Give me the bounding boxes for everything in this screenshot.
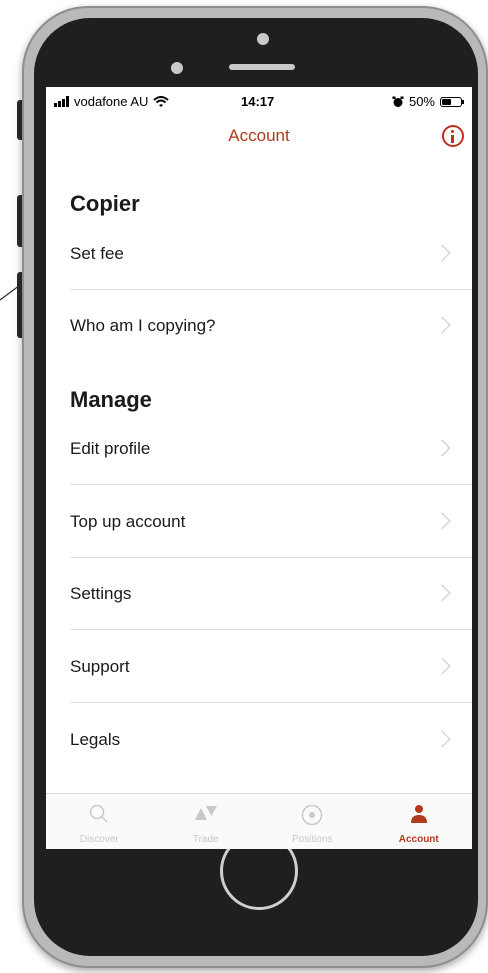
section-title-copier: Copier xyxy=(70,191,140,216)
status-right: 50% xyxy=(392,94,464,109)
tab-label: Trade xyxy=(192,834,219,845)
page-title: Account xyxy=(228,126,290,145)
tab-discover[interactable]: Discover xyxy=(46,794,153,849)
chevron-right-icon xyxy=(433,439,451,457)
front-camera xyxy=(171,62,183,74)
tab-label: Account xyxy=(398,834,439,845)
chevron-right-icon xyxy=(433,657,451,675)
info-circle-icon[interactable] xyxy=(442,125,464,147)
chevron-right-icon xyxy=(433,730,451,748)
tab-trade[interactable]: Trade xyxy=(153,794,260,849)
menu-item-support[interactable]: Support xyxy=(46,631,472,703)
divider xyxy=(70,629,472,630)
trade-icon xyxy=(194,806,217,820)
carrier-label: vodafone AU xyxy=(74,94,149,109)
chevron-right-icon xyxy=(433,584,451,602)
menu-item-label: Support xyxy=(70,657,130,676)
menu-item-label: Who am I copying? xyxy=(70,316,216,335)
menu-item-label: Set fee xyxy=(70,244,124,263)
status-time: 14:17 xyxy=(241,94,275,109)
signal-icon xyxy=(54,96,69,107)
menu-item-who-am-i-copying[interactable]: Who am I copying? xyxy=(46,290,472,362)
earpiece-speaker xyxy=(229,64,295,70)
menu-item-label: Top up account xyxy=(70,512,186,531)
wifi-icon xyxy=(153,95,170,107)
menu-item-top-up-account[interactable]: Top up account xyxy=(46,486,472,558)
status-bar: vodafone AU 14:17 50% xyxy=(46,87,472,117)
search-icon xyxy=(90,804,108,823)
battery-icon xyxy=(440,96,464,107)
section-title-manage: Manage xyxy=(70,387,152,412)
nav-bar: Account xyxy=(46,117,472,157)
chevron-right-icon xyxy=(433,316,451,334)
tab-account[interactable]: Account xyxy=(366,794,473,849)
menu-item-settings[interactable]: Settings xyxy=(46,558,472,630)
person-icon xyxy=(410,805,427,823)
chevron-right-icon xyxy=(433,244,451,262)
menu-item-edit-profile[interactable]: Edit profile xyxy=(46,413,472,485)
menu-item-label: Legals xyxy=(70,730,121,749)
chevron-right-icon xyxy=(433,512,451,530)
divider xyxy=(70,484,472,485)
menu-item-legals[interactable]: Legals xyxy=(46,704,472,776)
menu-item-label: Edit profile xyxy=(70,439,151,458)
status-left: vodafone AU xyxy=(54,94,170,109)
proximity-sensor xyxy=(257,33,269,45)
tab-label: Discover xyxy=(79,834,119,845)
menu-item-set-fee[interactable]: Set fee xyxy=(46,218,472,290)
divider xyxy=(70,702,472,703)
battery-percent: 50% xyxy=(408,94,435,109)
tab-bar: Discover Trade Positions Account xyxy=(46,793,472,849)
alarm-icon xyxy=(392,96,404,107)
app-screen: vodafone AU 14:17 50% Account Copier Set… xyxy=(46,87,472,849)
tab-positions[interactable]: Positions xyxy=(259,794,366,849)
account-menu: Copier Set fee Who am I copying? Manage … xyxy=(46,157,472,794)
menu-item-label: Settings xyxy=(70,584,132,603)
positions-icon xyxy=(302,804,323,826)
tab-label: Positions xyxy=(291,834,333,845)
